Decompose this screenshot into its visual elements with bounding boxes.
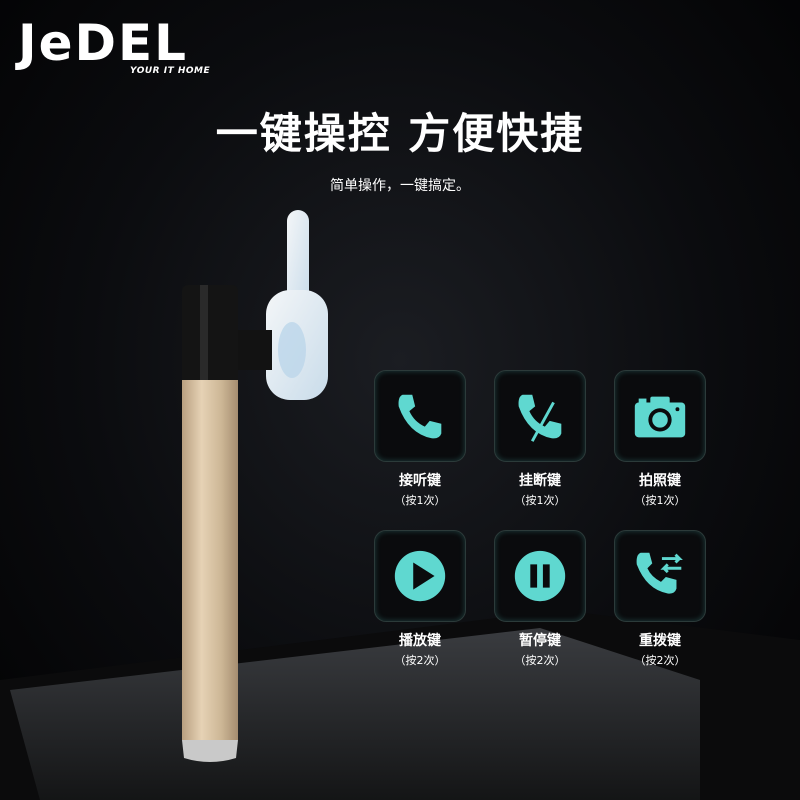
camera-icon bbox=[634, 396, 686, 438]
feature-label: 拍照键 bbox=[639, 473, 681, 489]
brand-logo: JeDEL YOUR IT HOME bbox=[18, 14, 210, 76]
feature-label: 接听键 bbox=[399, 473, 441, 489]
feature-note: （按2次） bbox=[634, 654, 686, 667]
pause-icon bbox=[514, 550, 566, 602]
logo-tagline: YOUR IT HOME bbox=[130, 66, 211, 76]
subheadline: 简单操作，一键搞定。 bbox=[330, 178, 470, 194]
redial-tile bbox=[614, 530, 706, 622]
feature-note: （按1次） bbox=[394, 494, 446, 507]
camera-tile bbox=[614, 370, 706, 462]
logo-wordmark: JeDEL bbox=[18, 14, 189, 72]
feature-hangup: 挂断键 （按1次） bbox=[490, 370, 590, 508]
feature-note: （按1次） bbox=[514, 494, 566, 507]
feature-note: （按1次） bbox=[634, 494, 686, 507]
feature-note: （按2次） bbox=[514, 654, 566, 667]
feature-label: 播放键 bbox=[399, 633, 441, 649]
feature-note: （按2次） bbox=[394, 654, 446, 667]
redial-icon bbox=[636, 552, 683, 594]
feature-label: 暂停键 bbox=[519, 633, 561, 649]
phone-hangup-icon bbox=[518, 394, 562, 442]
phone-answer-icon bbox=[398, 394, 442, 439]
hangup-tile bbox=[494, 370, 586, 462]
feature-redial: 重拨键 （按2次） bbox=[610, 530, 710, 668]
feature-play: 播放键 （按2次） bbox=[370, 530, 470, 668]
feature-camera: 拍照键 （按1次） bbox=[610, 370, 710, 508]
answer-tile bbox=[374, 370, 466, 462]
play-tile bbox=[374, 530, 466, 622]
pause-tile bbox=[494, 530, 586, 622]
play-icon bbox=[394, 550, 446, 602]
feature-answer: 接听键 （按1次） bbox=[370, 370, 470, 508]
feature-label: 挂断键 bbox=[519, 473, 561, 489]
headline: 一键操控 方便快捷 bbox=[215, 109, 585, 158]
feature-pause: 暂停键 （按2次） bbox=[490, 530, 590, 668]
feature-label: 重拨键 bbox=[639, 633, 681, 649]
